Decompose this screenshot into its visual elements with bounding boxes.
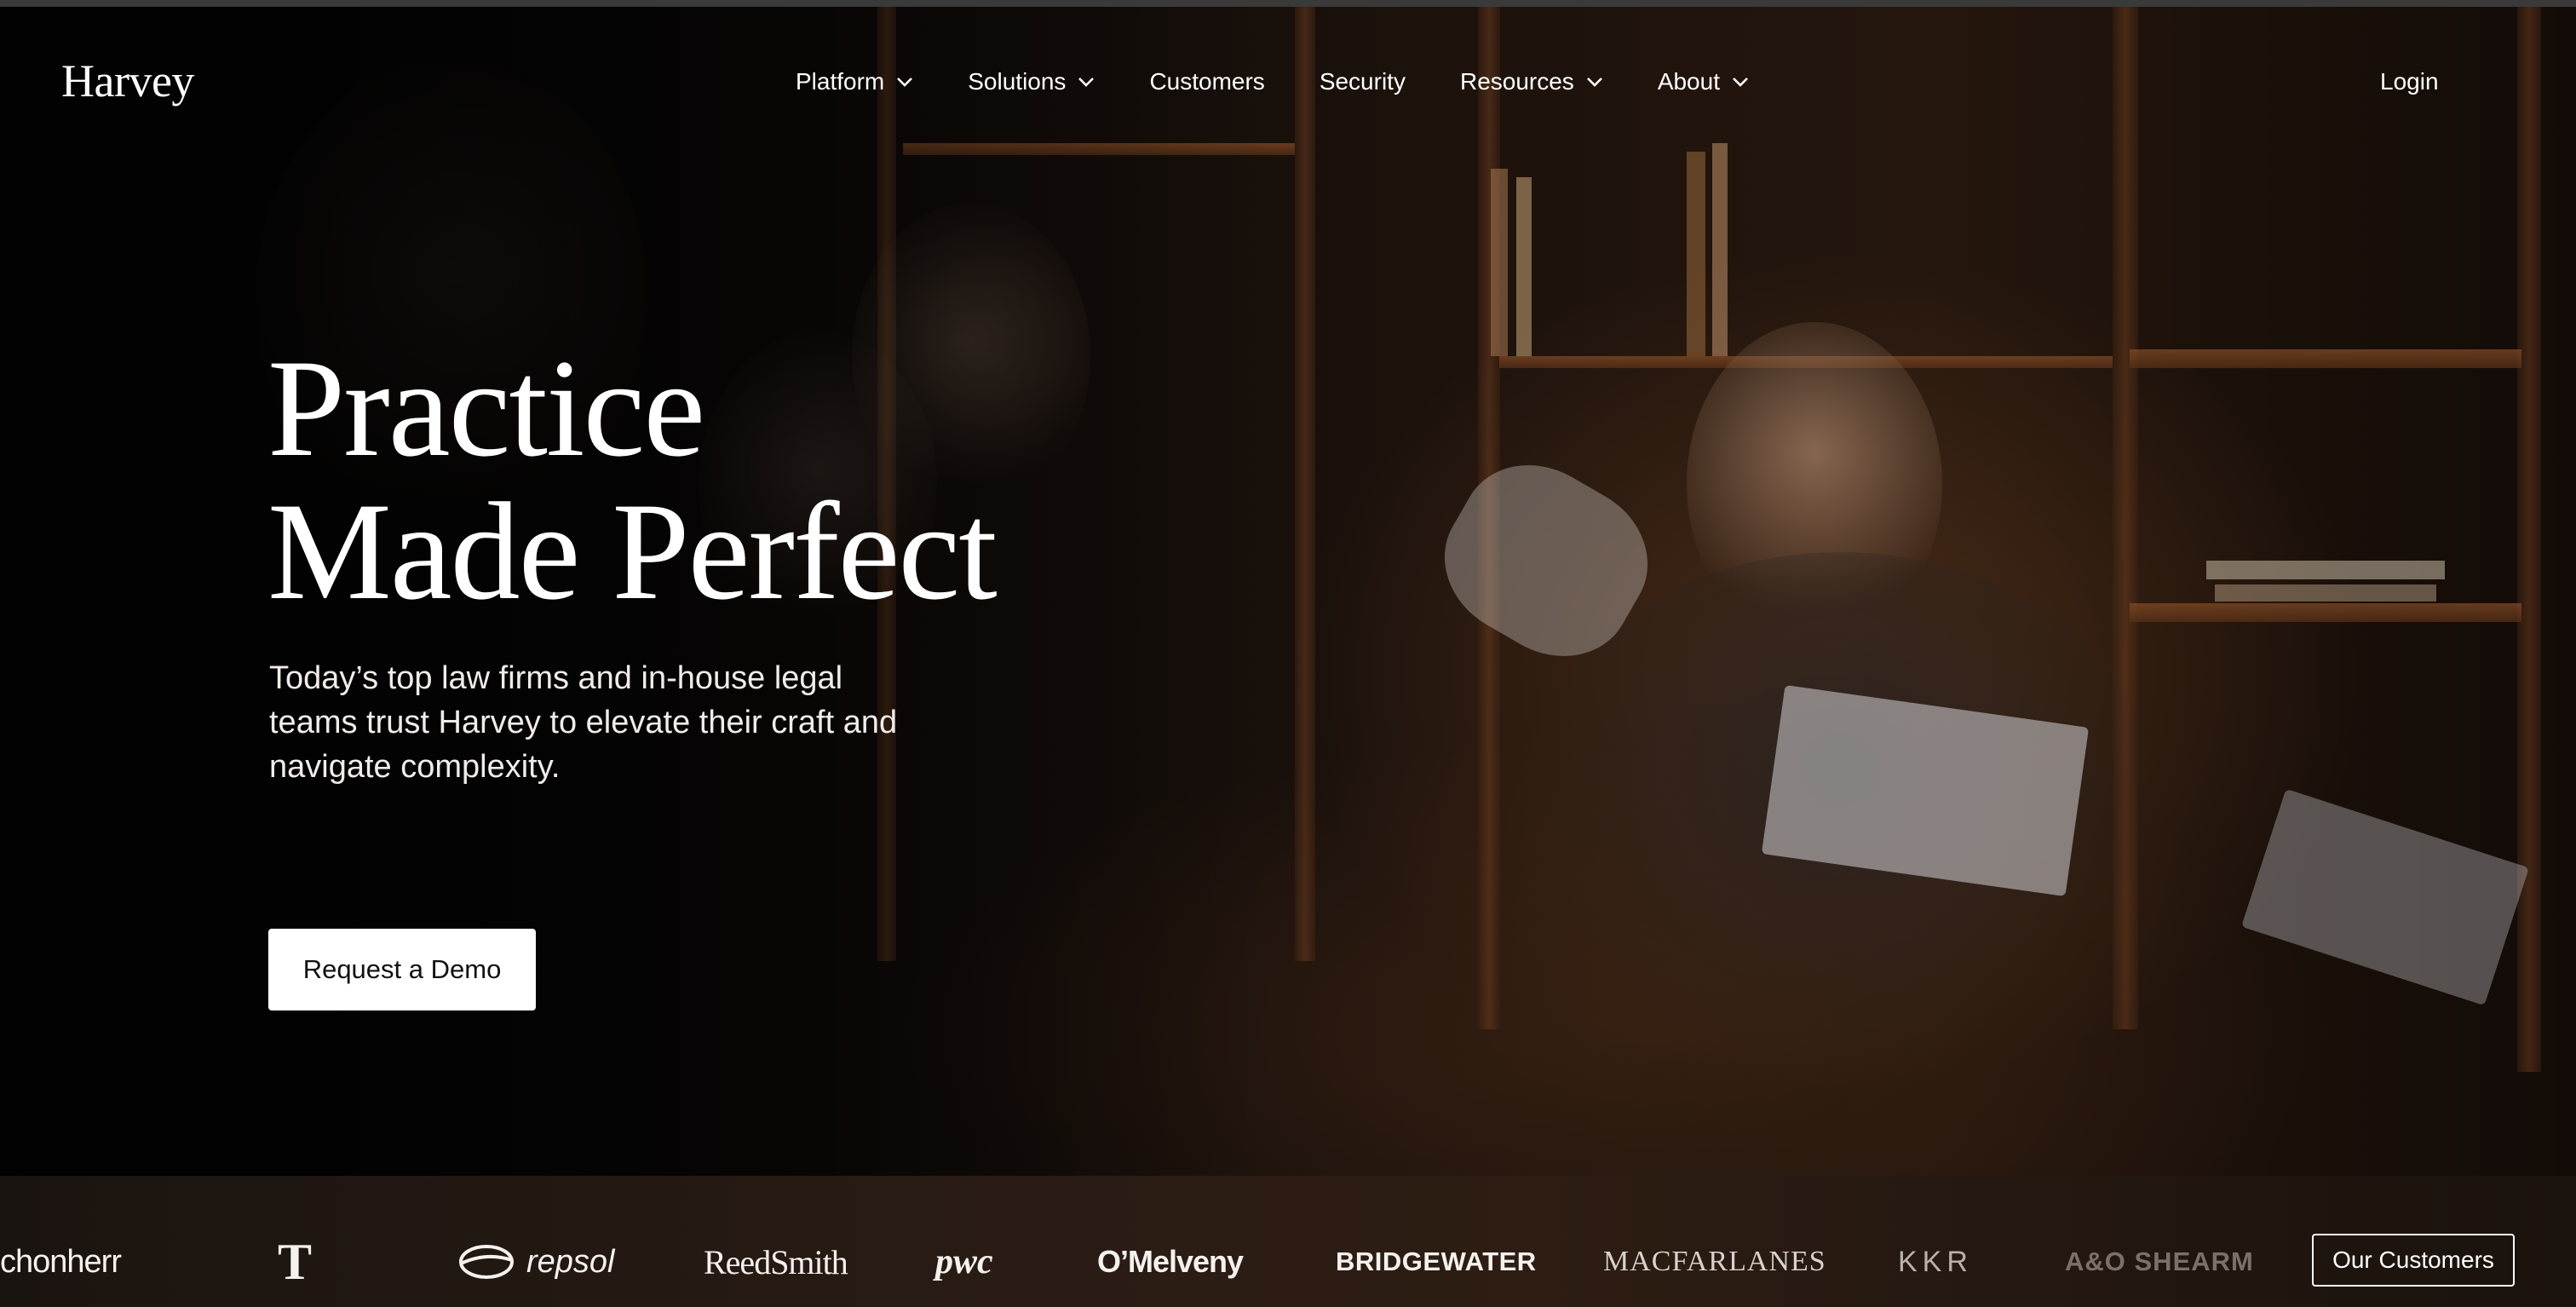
nav-item-about[interactable]: About [1658, 68, 1749, 95]
client-logo-schonherr: chonherr [0, 1237, 122, 1287]
our-customers-button[interactable]: Our Customers [2312, 1234, 2515, 1287]
hero-headline-line-1: Practice [267, 331, 705, 486]
client-logo-omelveny: O’Melveny [1097, 1237, 1244, 1287]
client-logo-telekom: T [278, 1234, 312, 1290]
client-logo-macfarlanes: MACFARLANES [1603, 1237, 1826, 1287]
chevron-down-icon [1078, 78, 1095, 87]
request-demo-button[interactable]: Request a Demo [268, 929, 536, 1010]
chevron-down-icon [1586, 78, 1602, 87]
client-logo-ao-shearman: A&O SHEARM [2065, 1237, 2259, 1287]
hero-subheading: Today’s top law firms and in-house legal… [269, 660, 898, 785]
client-logo-text: pwc [935, 1242, 993, 1281]
client-logo-bridgewater: BRIDGEWATER [1336, 1237, 1537, 1287]
client-logo-text: O’Melveny [1097, 1244, 1244, 1279]
client-logo-kkr: KKR [1898, 1237, 1973, 1287]
login-link[interactable]: Login [2380, 68, 2439, 95]
nav-item-platform[interactable]: Platform [796, 68, 913, 95]
harvey-logo[interactable]: Harvey [61, 55, 194, 107]
main-nav: Platform Solutions Customers Security Re… [796, 68, 1749, 95]
client-logo-text: chonherr [0, 1243, 122, 1280]
nav-item-customers[interactable]: Customers [1149, 68, 1264, 95]
nav-item-label: About [1657, 68, 1720, 95]
repsol-mark-icon [459, 1245, 514, 1279]
client-logo-pwc: pwc [935, 1237, 993, 1287]
hero-headline: Practice Made Perfect [267, 337, 1119, 624]
nav-item-label: Customers [1149, 68, 1265, 95]
nav-item-label: Platform [796, 68, 885, 95]
nav-item-label: Solutions [968, 68, 1067, 95]
client-logo-text: T [278, 1233, 313, 1290]
client-logo-text: A&O SHEARM [2065, 1247, 2254, 1276]
hero-headline-line-2: Made Perfect [267, 475, 998, 629]
nav-item-label: Security [1319, 68, 1406, 95]
client-logo-repsol: repsol [457, 1237, 615, 1287]
chevron-down-icon [897, 78, 913, 87]
nav-item-solutions[interactable]: Solutions [968, 68, 1095, 95]
chevron-down-icon [1733, 78, 1748, 87]
client-logo-text: KKR [1898, 1245, 1973, 1278]
client-logo-text: BRIDGEWATER [1336, 1247, 1537, 1276]
nav-item-security[interactable]: Security [1320, 68, 1406, 95]
client-logo-reedsmith: ReedSmith [704, 1237, 848, 1287]
client-logo-text: repsol [526, 1243, 615, 1280]
nav-item-resources[interactable]: Resources [1460, 68, 1603, 95]
client-logo-text: MACFARLANES [1603, 1246, 1826, 1277]
client-logo-text: ReedSmith [704, 1242, 848, 1281]
window-top-strip [0, 0, 2576, 7]
nav-item-label: Resources [1459, 68, 1574, 95]
